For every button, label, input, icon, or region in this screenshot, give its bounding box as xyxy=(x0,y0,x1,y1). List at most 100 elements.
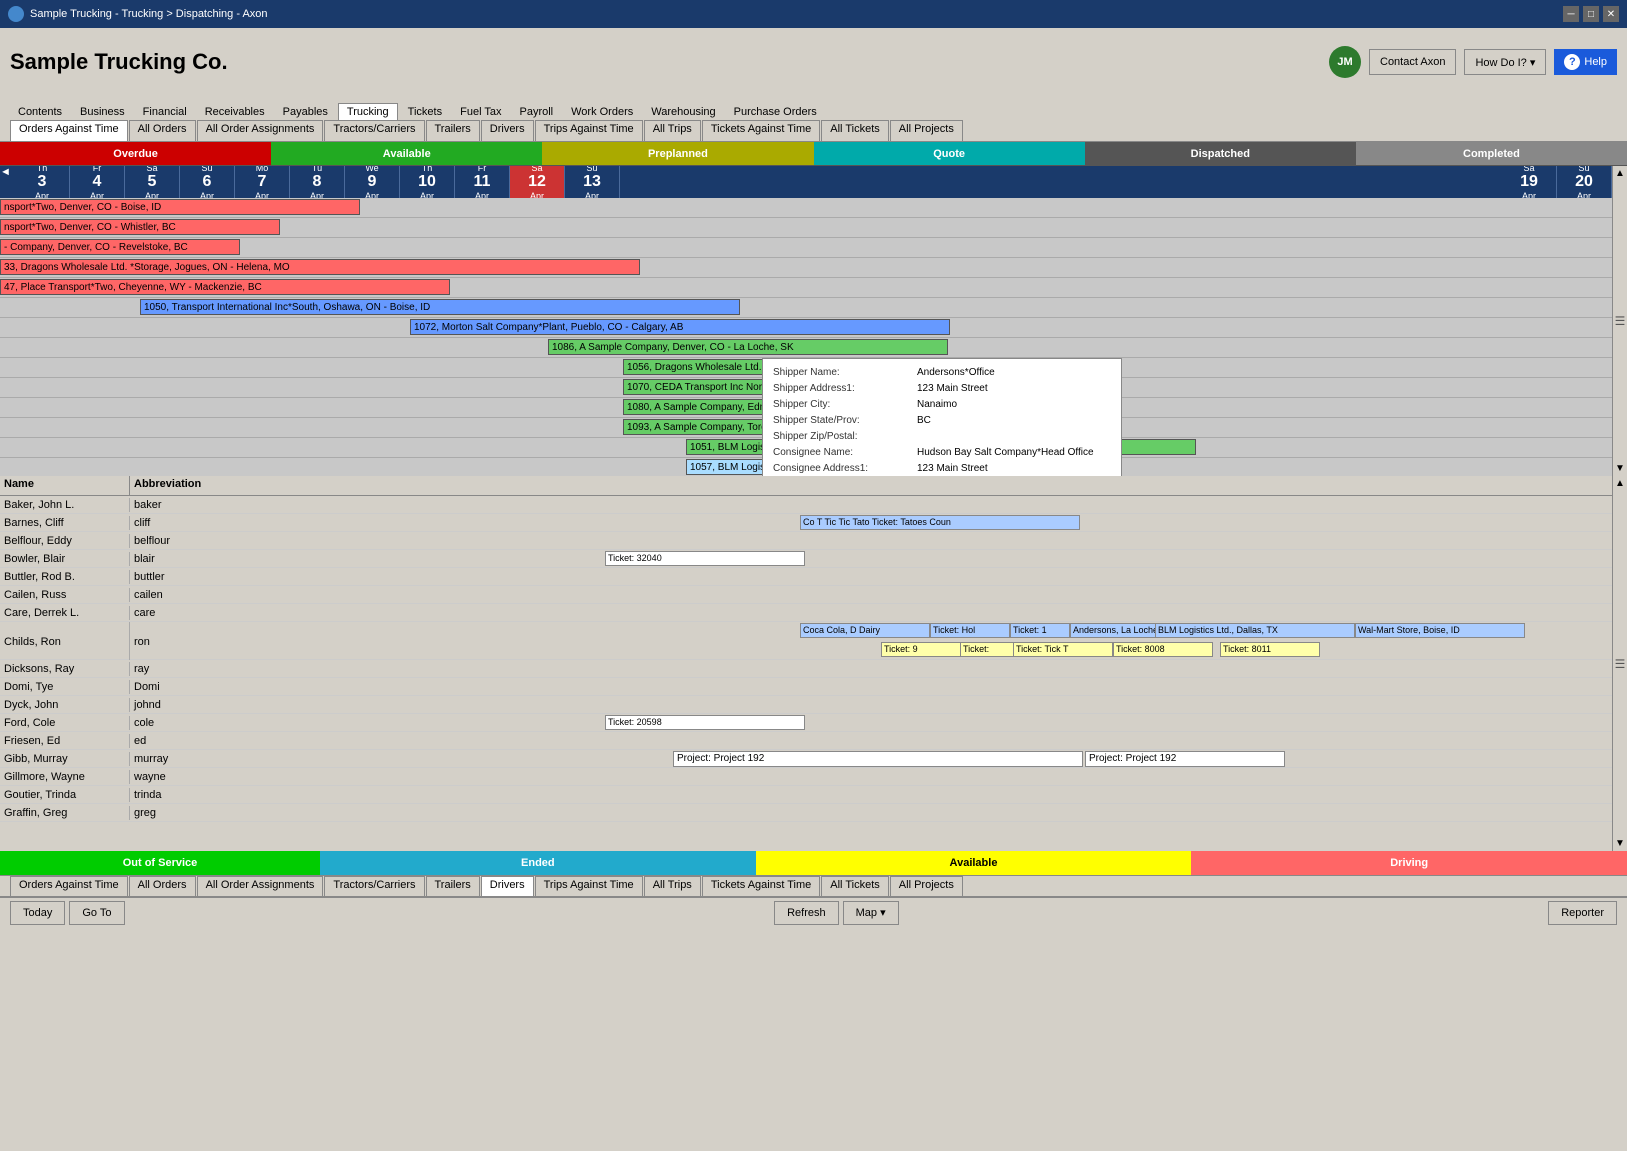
driver-ticket[interactable]: Ticket: 8008 xyxy=(1113,642,1213,657)
nav-financial[interactable]: Financial xyxy=(135,104,195,120)
subnav-all-trips[interactable]: All Trips xyxy=(644,120,701,141)
today-button[interactable]: Today xyxy=(10,901,65,925)
driver-row-care[interactable]: Care, Derrek L. care xyxy=(0,604,1612,622)
reporter-button[interactable]: Reporter xyxy=(1548,901,1617,925)
subnav-drivers[interactable]: Drivers xyxy=(481,120,534,141)
driver-row-graffin[interactable]: Graffin, Greg greg xyxy=(0,804,1612,822)
driver-scroll-down-icon[interactable]: ▼ xyxy=(1615,838,1625,849)
order-bar[interactable]: 33, Dragons Wholesale Ltd. *Storage, Jog… xyxy=(0,259,640,275)
bottom-subnav-tractors-carriers[interactable]: Tractors/Carriers xyxy=(324,876,424,896)
maximize-button[interactable]: □ xyxy=(1583,6,1599,22)
project-bar[interactable]: Project: Project 192 xyxy=(1085,751,1285,767)
driver-ticket[interactable]: Wal-Mart Store, Boise, ID xyxy=(1355,623,1525,638)
order-bar[interactable]: 1086, A Sample Company, Denver, CO - La … xyxy=(548,339,948,355)
order-bar[interactable]: 47, Place Transport*Two, Cheyenne, WY - … xyxy=(0,279,450,295)
bottom-subnav-all-orders[interactable]: All Orders xyxy=(129,876,196,896)
scroll-up-icon[interactable]: ▲ xyxy=(1615,168,1625,179)
driver-row-dyck[interactable]: Dyck, John johnd xyxy=(0,696,1612,714)
nav-receivables[interactable]: Receivables xyxy=(197,104,273,120)
driver-row-ford[interactable]: Ford, Cole cole Ticket: 20598 xyxy=(0,714,1612,732)
driver-row-cailen[interactable]: Cailen, Russ cailen xyxy=(0,586,1612,604)
driver-ticket[interactable]: Ticket: xyxy=(960,642,1015,657)
subnav-all-projects[interactable]: All Projects xyxy=(890,120,963,141)
gantt-row-6[interactable]: 1050, Transport International Inc*South,… xyxy=(0,298,1612,318)
driver-row-domi[interactable]: Domi, Tye Domi xyxy=(0,678,1612,696)
driver-ticket[interactable]: Ticket: Hol xyxy=(930,623,1010,638)
nav-fueltax[interactable]: Fuel Tax xyxy=(452,104,509,120)
project-bar[interactable]: Project: Project 192 xyxy=(673,751,1083,767)
gantt-row-8[interactable]: 1086, A Sample Company, Denver, CO - La … xyxy=(0,338,1612,358)
nav-business[interactable]: Business xyxy=(72,104,133,120)
nav-payables[interactable]: Payables xyxy=(275,104,336,120)
bottom-subnav-orders-against-time[interactable]: Orders Against Time xyxy=(10,876,128,896)
driver-row-buttler[interactable]: Buttler, Rod B. buttler xyxy=(0,568,1612,586)
bottom-subnav-trips-against-time[interactable]: Trips Against Time xyxy=(535,876,643,896)
subnav-all-orders[interactable]: All Orders xyxy=(129,120,196,141)
driver-ticket[interactable]: Ticket: 20598 xyxy=(605,715,805,730)
nav-warehousing[interactable]: Warehousing xyxy=(643,104,723,120)
nav-purchaseorders[interactable]: Purchase Orders xyxy=(726,104,825,120)
driver-scrollbar[interactable]: ▲ ☰ ▼ xyxy=(1612,476,1627,851)
gantt-scrollbar[interactable]: ▲ ☰ ▼ xyxy=(1612,166,1627,476)
driver-scroll-up-icon[interactable]: ▲ xyxy=(1615,478,1625,489)
bottom-subnav-trailers[interactable]: Trailers xyxy=(426,876,480,896)
order-bar[interactable]: - Company, Denver, CO - Revelstoke, BC xyxy=(0,239,240,255)
order-bar[interactable]: 1072, Morton Salt Company*Plant, Pueblo,… xyxy=(410,319,950,335)
driver-row-bowler[interactable]: Bowler, Blair blair Ticket: 32040 xyxy=(0,550,1612,568)
driver-ticket[interactable]: Ticket: 32040 xyxy=(605,551,805,566)
minimize-button[interactable]: ─ xyxy=(1563,6,1579,22)
driver-row-friesen[interactable]: Friesen, Ed ed xyxy=(0,732,1612,750)
driver-row-goutier[interactable]: Goutier, Trinda trinda xyxy=(0,786,1612,804)
gantt-row-3[interactable]: - Company, Denver, CO - Revelstoke, BC xyxy=(0,238,1612,258)
driver-ticket[interactable]: Ticket: 1 xyxy=(1010,623,1070,638)
driver-row-barnes[interactable]: Barnes, Cliff cliff Co T Tic Tic Tato Ti… xyxy=(0,514,1612,532)
driver-ticket[interactable]: BLM Logistics Ltd., Dallas, TX xyxy=(1155,623,1355,638)
close-button[interactable]: ✕ xyxy=(1603,6,1619,22)
subnav-tractors-carriers[interactable]: Tractors/Carriers xyxy=(324,120,424,141)
bottom-subnav-drivers[interactable]: Drivers xyxy=(481,876,534,896)
how-do-i-button[interactable]: How Do I? ▾ xyxy=(1464,49,1546,75)
gantt-row-1[interactable]: nsport*Two, Denver, CO - Boise, ID xyxy=(0,198,1612,218)
nav-trucking[interactable]: Trucking xyxy=(338,103,398,120)
driver-row-childs[interactable]: Childs, Ron ron Coca Cola, D Dairy Ticke… xyxy=(0,622,1612,660)
gantt-row-5[interactable]: 47, Place Transport*Two, Cheyenne, WY - … xyxy=(0,278,1612,298)
refresh-button[interactable]: Refresh xyxy=(774,901,839,925)
driver-row-gillmore[interactable]: Gillmore, Wayne wayne xyxy=(0,768,1612,786)
driver-row-dicksons[interactable]: Dicksons, Ray ray xyxy=(0,660,1612,678)
driver-row-gibb[interactable]: Gibb, Murray murray Project: Project 192… xyxy=(0,750,1612,768)
nav-payroll[interactable]: Payroll xyxy=(511,104,561,120)
subnav-orders-against-time[interactable]: Orders Against Time xyxy=(10,120,128,141)
subnav-all-order-assignments[interactable]: All Order Assignments xyxy=(197,120,324,141)
order-bar[interactable]: nsport*Two, Denver, CO - Whistler, BC xyxy=(0,219,280,235)
contact-axon-button[interactable]: Contact Axon xyxy=(1369,49,1456,75)
nav-contents[interactable]: Contents xyxy=(10,104,70,120)
subnav-trips-against-time[interactable]: Trips Against Time xyxy=(535,120,643,141)
gantt-rows[interactable]: nsport*Two, Denver, CO - Boise, ID nspor… xyxy=(0,198,1612,476)
bottom-subnav-all-order-assignments[interactable]: All Order Assignments xyxy=(197,876,324,896)
gantt-row-2[interactable]: nsport*Two, Denver, CO - Whistler, BC xyxy=(0,218,1612,238)
subnav-all-tickets[interactable]: All Tickets xyxy=(821,120,889,141)
order-bar[interactable]: 1050, Transport International Inc*South,… xyxy=(140,299,740,315)
bottom-subnav-all-trips[interactable]: All Trips xyxy=(644,876,701,896)
driver-ticket[interactable]: Coca Cola, D Dairy xyxy=(800,623,930,638)
driver-ticket[interactable]: Co T Tic Tic Tato Ticket: Tatoes Coun xyxy=(800,515,1080,530)
gantt-row-7[interactable]: 1072, Morton Salt Company*Plant, Pueblo,… xyxy=(0,318,1612,338)
order-bar[interactable]: nsport*Two, Denver, CO - Boise, ID xyxy=(0,199,360,215)
bottom-subnav-all-tickets[interactable]: All Tickets xyxy=(821,876,889,896)
bottom-subnav-tickets-against-time[interactable]: Tickets Against Time xyxy=(702,876,820,896)
driver-ticket[interactable]: Ticket: 8011 xyxy=(1220,642,1320,657)
driver-list[interactable]: Baker, John L. baker Barnes, Cliff cliff… xyxy=(0,496,1612,851)
window-controls[interactable]: ─ □ ✕ xyxy=(1563,6,1619,22)
help-button[interactable]: ? Help xyxy=(1554,49,1617,75)
filter-icon[interactable]: ☰ xyxy=(1615,314,1626,328)
driver-ticket[interactable]: Ticket: 9 xyxy=(881,642,961,657)
scroll-down-icon[interactable]: ▼ xyxy=(1615,463,1625,474)
goto-button[interactable]: Go To xyxy=(69,901,124,925)
map-button[interactable]: Map ▾ xyxy=(843,901,899,925)
driver-ticket[interactable]: Ticket: Tick T xyxy=(1013,642,1113,657)
subnav-tickets-against-time[interactable]: Tickets Against Time xyxy=(702,120,820,141)
driver-row-baker[interactable]: Baker, John L. baker xyxy=(0,496,1612,514)
subnav-trailers[interactable]: Trailers xyxy=(426,120,480,141)
driver-filter-icon[interactable]: ☰ xyxy=(1615,657,1626,671)
nav-workorders[interactable]: Work Orders xyxy=(563,104,641,120)
